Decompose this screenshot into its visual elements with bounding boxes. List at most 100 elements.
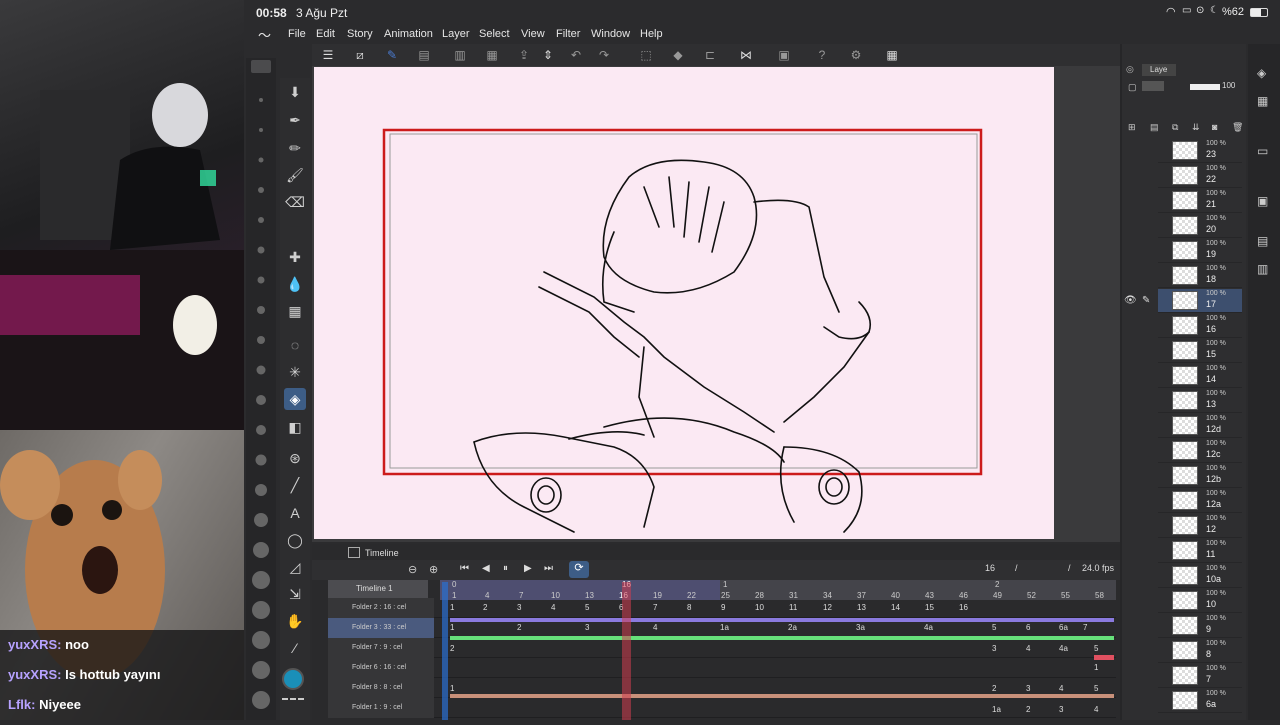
magic-wand-icon[interactable]: ✳ <box>284 361 306 383</box>
menu-layer[interactable]: Layer <box>442 28 470 40</box>
layer-row[interactable]: 100 % 16 <box>1158 314 1242 338</box>
lock-icon[interactable]: ▢ <box>1128 82 1137 93</box>
menu-view[interactable]: View <box>521 28 545 40</box>
brush-size-strip[interactable] <box>246 58 276 720</box>
mask-icon[interactable]: ◙ <box>1212 122 1217 132</box>
settings-icon[interactable]: ⚙ <box>848 47 864 63</box>
menu-edit[interactable]: Edit <box>316 28 335 40</box>
playhead[interactable] <box>622 582 631 720</box>
layer-row[interactable]: 100 % 9 <box>1158 614 1242 638</box>
layer-row[interactable]: 100 % 12 <box>1158 514 1242 538</box>
fit-canvas-icon[interactable]: ⧄ <box>352 47 368 63</box>
frame-tool-icon[interactable]: ◿ <box>284 556 306 578</box>
layer-tab[interactable]: Laye <box>1142 64 1176 76</box>
sub-color-swatch[interactable] <box>282 698 304 706</box>
layer-row[interactable]: 100 % 6a <box>1158 689 1242 713</box>
opacity-slider[interactable] <box>1190 84 1220 90</box>
menu-file[interactable]: File <box>288 28 306 40</box>
layer-row[interactable]: 100 % 8 <box>1158 639 1242 663</box>
menu-select[interactable]: Select <box>479 28 510 40</box>
blend-tool-icon[interactable]: ✚ <box>284 246 306 268</box>
lasso-tool-icon[interactable]: ◌ <box>284 334 306 356</box>
layer-row[interactable]: 100 % 12d <box>1158 414 1242 438</box>
layer-row[interactable]: 100 % 10 <box>1158 589 1242 613</box>
balloon-tool-icon[interactable]: ◯ <box>284 529 306 551</box>
navigator-dock-icon[interactable]: ▭ <box>1257 144 1268 158</box>
delete-layer-icon[interactable]: 🗑 <box>1232 122 1243 133</box>
drawing-canvas[interactable] <box>314 67 1054 539</box>
main-color-swatch[interactable] <box>282 668 304 690</box>
next-frame-icon[interactable]: ▶ <box>524 563 532 574</box>
layer-row[interactable]: 100 % 15 <box>1158 339 1242 363</box>
copy-layer-icon[interactable]: ⧉ <box>1172 122 1178 133</box>
layer-row[interactable]: 100 % 18 <box>1158 264 1242 288</box>
new-layer-icon[interactable]: ⊞ <box>1128 122 1136 133</box>
hand-tool-icon[interactable]: ✋ <box>284 610 306 632</box>
properties-dock-icon[interactable]: ▤ <box>1257 234 1268 248</box>
export-icon[interactable]: ⇪ <box>516 47 532 63</box>
layer-row[interactable]: 100 % 12b <box>1158 464 1242 488</box>
select-all-icon[interactable]: ⬚ <box>638 47 654 63</box>
first-frame-icon[interactable]: ⏮ <box>460 563 469 574</box>
loop-icon[interactable]: ⟳ <box>569 561 589 578</box>
operation-tool-icon[interactable]: ⇲ <box>284 583 306 605</box>
sub-tool-dock-icon[interactable]: ▥ <box>1257 262 1268 276</box>
pause-icon[interactable]: ⏸ <box>503 563 508 574</box>
layer-row[interactable]: 100 % 10a <box>1158 564 1242 588</box>
eyedropper-icon[interactable]: ⁄ <box>284 637 306 659</box>
menu-help[interactable]: Help <box>640 28 663 40</box>
zoom-in-icon[interactable]: ⊕ <box>429 563 438 576</box>
grid-icon[interactable]: ▦ <box>884 47 900 63</box>
last-frame-icon[interactable]: ⏭ <box>544 563 553 574</box>
blend-mode-select[interactable] <box>1142 81 1164 91</box>
prev-frame-icon[interactable]: ◀ <box>482 563 490 574</box>
brush-tool-icon[interactable]: 🖌 <box>284 164 306 186</box>
history-dock-icon[interactable]: ▣ <box>1257 194 1268 208</box>
timeline-tab[interactable]: Timeline <box>365 548 399 558</box>
save-icon[interactable]: ▦ <box>484 47 500 63</box>
edit-pencil-icon[interactable]: ✎ <box>1142 295 1150 306</box>
layer-row[interactable]: 100 % 22 <box>1158 164 1242 188</box>
pen-mode-icon[interactable]: ✎ <box>384 47 400 63</box>
flip-icon[interactable]: ⋈ <box>738 47 754 63</box>
layer-row[interactable]: 100 % 7 <box>1158 664 1242 688</box>
open-icon[interactable]: ▥ <box>452 47 468 63</box>
layer-row[interactable]: 100 % 20 <box>1158 214 1242 238</box>
correct-line-icon[interactable]: ⊛ <box>284 447 306 469</box>
layer-row[interactable]: 100 % 19 <box>1158 239 1242 263</box>
help-icon[interactable]: ? <box>814 47 830 63</box>
new-folder-icon[interactable]: ▤ <box>1150 122 1159 133</box>
visibility-eye-icon[interactable]: 👁 <box>1124 295 1137 306</box>
layer-row[interactable]: 100 % 12c <box>1158 439 1242 463</box>
layer-row[interactable]: 100 % 14 <box>1158 364 1242 388</box>
hamburger-menu-icon[interactable]: ☰ <box>320 47 336 63</box>
zoom-out-icon[interactable]: ⊖ <box>408 563 417 576</box>
layer-row[interactable]: 100 % 23 <box>1158 139 1242 163</box>
pen-tool-icon[interactable]: ✒ <box>284 109 306 131</box>
fill-icon[interactable]: ◆ <box>670 47 686 63</box>
redo-icon[interactable]: ↷ <box>596 47 612 63</box>
timeline-name-select[interactable]: Timeline 1 <box>328 580 428 598</box>
materials-dock-icon[interactable]: ▦ <box>1257 94 1268 108</box>
app-logo-icon[interactable]: 〜 <box>258 25 271 44</box>
pencil-tool-icon[interactable]: ✏ <box>284 137 306 159</box>
undo-icon[interactable]: ↶ <box>568 47 584 63</box>
layer-row[interactable]: 100 % 12a <box>1158 489 1242 513</box>
layers-dock-icon[interactable]: ◈ <box>1257 66 1266 80</box>
eraser-tool-icon[interactable]: ⌫ <box>284 191 306 213</box>
menu-story[interactable]: Story <box>347 28 373 40</box>
fill-drop-icon[interactable]: 💧 <box>284 273 306 295</box>
text-tool-icon[interactable]: A <box>284 502 306 524</box>
menu-filter[interactable]: Filter <box>556 28 580 40</box>
stepper-icon[interactable]: ⇕ <box>540 47 556 63</box>
layer-row[interactable]: 100 % 11 <box>1158 539 1242 563</box>
layer-row[interactable]: 100 % 21 <box>1158 189 1242 213</box>
layer-row[interactable]: 100 % 13 <box>1158 389 1242 413</box>
crosshatch-tool-icon[interactable]: ▦ <box>284 300 306 322</box>
move-tool-icon[interactable]: ⬇ <box>284 81 306 103</box>
merge-icon[interactable]: ⇊ <box>1192 122 1200 133</box>
crop-icon[interactable]: ⊏ <box>702 47 718 63</box>
layer-row[interactable]: 100 % 17 <box>1158 289 1242 313</box>
range-start-marker[interactable] <box>442 582 448 720</box>
transform-icon[interactable]: ▣ <box>776 47 792 63</box>
